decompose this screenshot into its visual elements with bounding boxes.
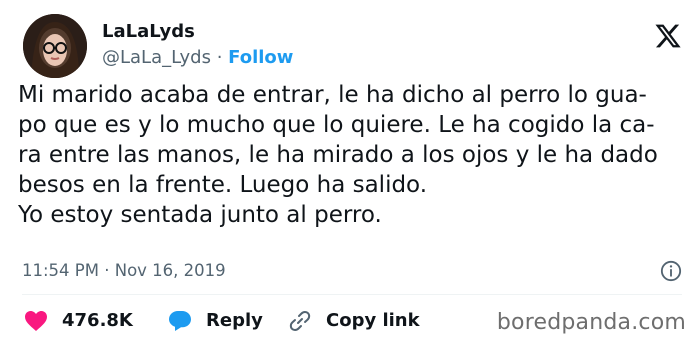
watermark: boredpanda.com bbox=[496, 310, 686, 335]
reply-label: Reply bbox=[206, 310, 263, 331]
tweet-header: LaLaLyds @LaLa_Lyds · Follow bbox=[18, 14, 682, 78]
tweet-time[interactable]: 11:54 PM bbox=[22, 261, 99, 280]
like-count: 476.8K bbox=[62, 310, 133, 331]
divider bbox=[22, 294, 682, 295]
avatar[interactable] bbox=[23, 14, 87, 78]
info-icon[interactable] bbox=[660, 260, 682, 282]
reply-button[interactable]: Reply bbox=[168, 306, 263, 336]
tweet-meta: 11:54 PM · Nov 16, 2019 bbox=[22, 258, 682, 284]
link-icon bbox=[289, 311, 311, 331]
tweet-text: Mi marido acaba de entrar, le ha dicho a… bbox=[18, 80, 688, 230]
user-block: LaLaLyds @LaLa_Lyds · Follow bbox=[102, 20, 293, 70]
like-button[interactable]: 476.8K bbox=[24, 306, 133, 336]
copy-label: Copy link bbox=[326, 310, 420, 331]
handle-row: @LaLa_Lyds · Follow bbox=[102, 46, 293, 70]
tweet-line: ra entre las manos, le ha mirado a los o… bbox=[18, 142, 658, 168]
handle-separator: · bbox=[216, 47, 223, 68]
tweet-line: Mi marido acaba de entrar, le ha dicho a… bbox=[18, 82, 647, 108]
tweet-line: po que es y lo mucho que lo quiere. Le h… bbox=[18, 112, 655, 138]
display-name[interactable]: LaLaLyds bbox=[102, 20, 293, 44]
x-logo-icon[interactable] bbox=[654, 22, 682, 50]
tweet-line: Yo estoy sentada junto al perro. bbox=[18, 202, 382, 228]
tweet-line: besos en la frente. Luego ha salido. bbox=[18, 172, 428, 198]
tweet-date[interactable]: Nov 16, 2019 bbox=[115, 261, 226, 280]
meta-separator: · bbox=[104, 261, 110, 280]
speech-bubble-icon bbox=[169, 311, 191, 331]
follow-button[interactable]: Follow bbox=[228, 47, 293, 68]
handle[interactable]: @LaLa_Lyds bbox=[102, 47, 211, 68]
heart-icon bbox=[25, 311, 47, 331]
copy-link-button[interactable]: Copy link bbox=[288, 306, 420, 336]
